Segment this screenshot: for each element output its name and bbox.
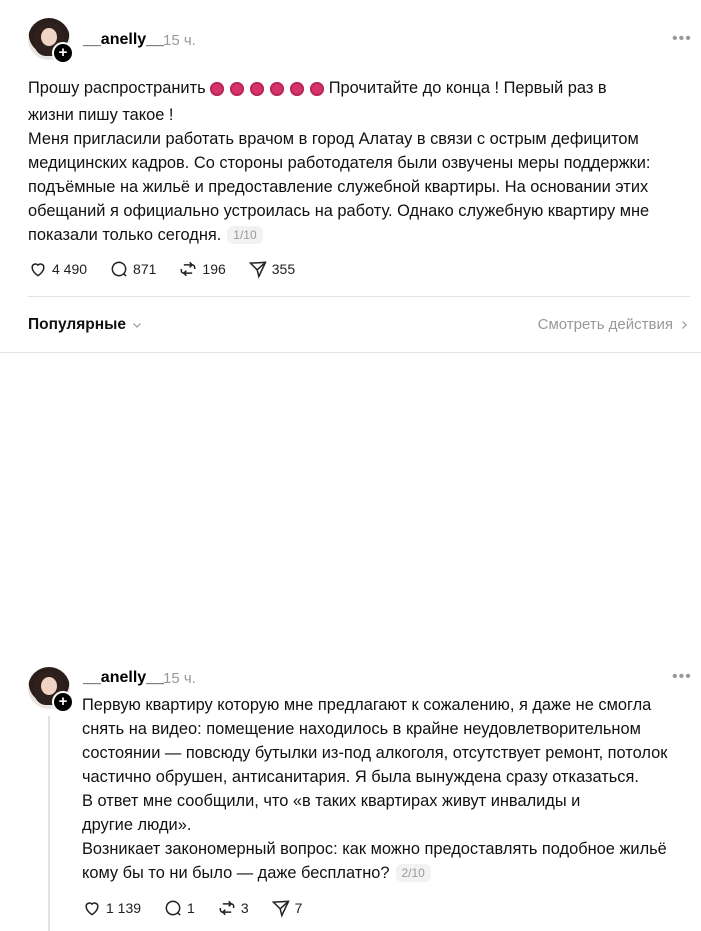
comment-count: 1 — [187, 900, 195, 916]
send-icon — [271, 900, 290, 918]
share-button[interactable]: 7 — [271, 898, 303, 918]
sort-dropdown[interactable]: Популярные — [28, 316, 143, 334]
thread-counter: 1/10 — [227, 226, 263, 244]
post-time[interactable]: 15 ч. — [163, 32, 196, 49]
like-button[interactable]: 1 139 — [82, 898, 141, 918]
divider — [28, 296, 690, 297]
like-count: 4 490 — [52, 261, 88, 277]
username[interactable]: __anelly__ — [83, 31, 164, 49]
repost-button[interactable]: 3 — [217, 898, 249, 918]
post-1: + __anelly__ 15 ч. ••• Прошу распростран… — [0, 0, 701, 296]
sort-label: Популярные — [28, 316, 126, 333]
repost-count: 196 — [202, 261, 226, 277]
chevron-down-icon — [133, 323, 141, 328]
repost-icon — [219, 900, 235, 916]
thread-line — [48, 716, 50, 931]
divider — [0, 352, 701, 353]
comment-button[interactable]: 1 — [163, 898, 195, 918]
more-icon[interactable]: ••• — [672, 30, 692, 48]
comment-icon — [165, 900, 181, 916]
post-text: Прошу распространить Прочитайте до конца… — [28, 79, 651, 244]
heart-icon — [31, 263, 45, 277]
share-button[interactable]: 355 — [248, 259, 295, 279]
comment-button[interactable]: 871 — [109, 259, 156, 279]
repost-button[interactable]: 196 — [178, 259, 226, 279]
view-activity-label: Смотреть действия — [537, 316, 673, 333]
username[interactable]: __anelly__ — [83, 669, 164, 687]
comment-count: 871 — [133, 261, 157, 277]
more-icon[interactable]: ••• — [672, 668, 692, 686]
repost-icon — [180, 261, 196, 277]
heart-icon — [85, 902, 99, 916]
like-count: 1 139 — [106, 900, 142, 916]
send-icon — [248, 261, 267, 279]
avatar[interactable]: + — [28, 18, 74, 64]
post-text: Первую квартиру которую мне предлагают к… — [82, 696, 668, 882]
repost-count: 3 — [240, 900, 249, 916]
follow-plus-icon[interactable]: + — [52, 691, 74, 713]
thread-counter: 2/10 — [395, 864, 431, 882]
avatar[interactable]: + — [28, 667, 74, 713]
post-time[interactable]: 15 ч. — [163, 670, 196, 687]
red-circle-emojis — [210, 79, 325, 103]
view-activity-link[interactable]: Смотреть действия — [538, 316, 690, 333]
share-count: 7 — [294, 900, 303, 916]
post-actions: 1 139 1 3 7 — [82, 898, 324, 918]
like-button[interactable]: 4 490 — [28, 259, 87, 279]
follow-plus-icon[interactable]: + — [52, 42, 74, 64]
chevron-right-icon — [682, 320, 687, 329]
post-actions: 4 490 871 196 355 — [28, 259, 317, 279]
share-count: 355 — [271, 261, 296, 277]
comment-icon — [111, 261, 127, 277]
